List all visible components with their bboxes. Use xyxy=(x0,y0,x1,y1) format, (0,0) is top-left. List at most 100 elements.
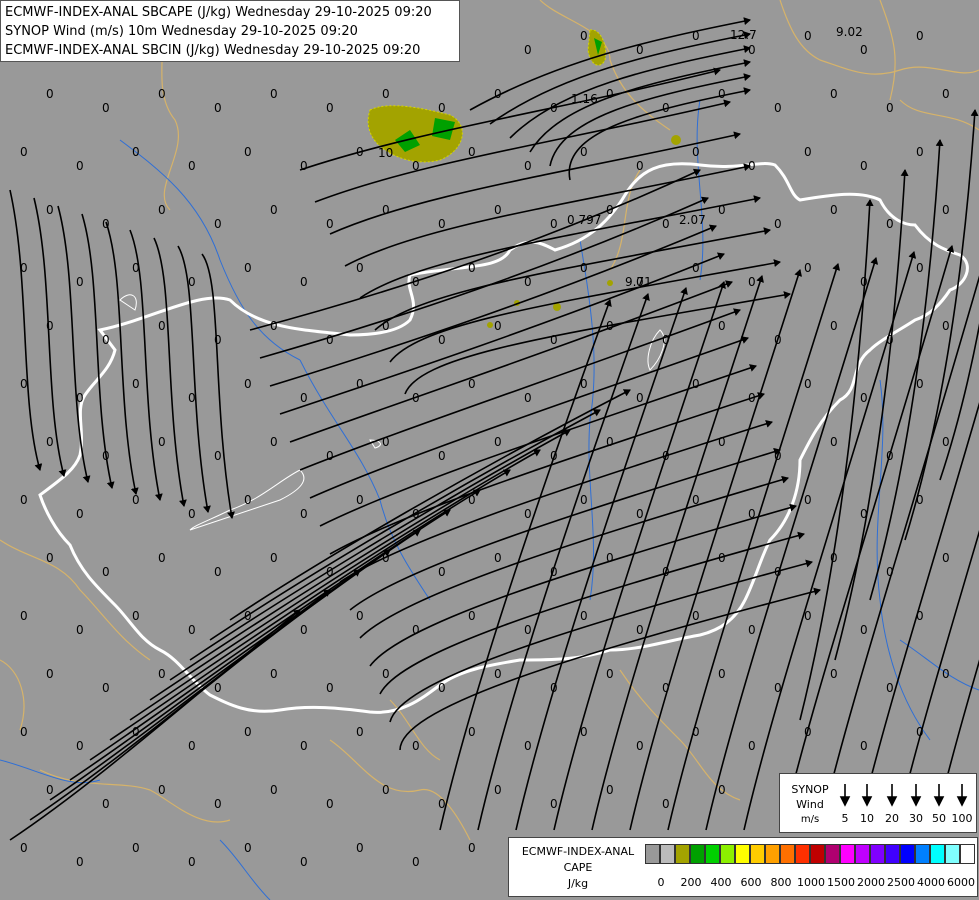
value-label-zero: 0 xyxy=(214,217,222,231)
value-label-zero: 0 xyxy=(942,87,950,101)
value-label-zero: 0 xyxy=(580,725,588,739)
value-label-zero: 0 xyxy=(916,609,924,623)
value-label-zero: 0 xyxy=(524,739,532,753)
value-label-zero: 0 xyxy=(438,101,446,115)
value-label-zero: 0 xyxy=(860,739,868,753)
value-label-zero: 0 xyxy=(916,493,924,507)
value-label-zero: 0 xyxy=(382,435,390,449)
value-label-zero: 0 xyxy=(244,261,252,275)
value-label-zero: 0 xyxy=(412,623,420,637)
value-label-zero: 0 xyxy=(438,217,446,231)
value-label-zero: 0 xyxy=(830,435,838,449)
value-label-zero: 0 xyxy=(356,725,364,739)
value-label-zero: 0 xyxy=(748,43,756,57)
value-label-10: 10 xyxy=(378,146,393,160)
value-label-zero: 0 xyxy=(46,87,54,101)
value-label-zero: 0 xyxy=(244,145,252,159)
value-label-zero: 0 xyxy=(76,739,84,753)
value-label-zero: 0 xyxy=(102,681,110,695)
cape-tick-label: 1000 xyxy=(797,876,825,889)
cape-tick-label: 0 xyxy=(657,876,665,889)
value-label-zero: 0 xyxy=(636,507,644,521)
value-label-zero: 0 xyxy=(102,797,110,811)
cape-swatch xyxy=(705,844,720,864)
value-label-zero: 0 xyxy=(46,667,54,681)
value-label-zero: 0 xyxy=(158,319,166,333)
value-label-zero: 0 xyxy=(580,377,588,391)
value-label-zero: 0 xyxy=(524,275,532,289)
cape-swatch xyxy=(930,844,945,864)
value-label-zero: 0 xyxy=(580,261,588,275)
cape-swatch xyxy=(675,844,690,864)
value-label-zero: 0 xyxy=(662,101,670,115)
value-label-zero: 0 xyxy=(886,101,894,115)
value-label-zero: 0 xyxy=(412,507,420,521)
value-label-zero: 0 xyxy=(860,391,868,405)
value-label-zero: 0 xyxy=(830,203,838,217)
value-label-zero: 0 xyxy=(382,319,390,333)
cape-swatch xyxy=(720,844,735,864)
value-label-zero: 0 xyxy=(718,203,726,217)
value-label-zero: 0 xyxy=(494,203,502,217)
value-label-zero: 0 xyxy=(158,203,166,217)
value-label-zero: 0 xyxy=(550,565,558,579)
value-label-zero: 0 xyxy=(132,377,140,391)
value-label-zero: 0 xyxy=(468,493,476,507)
value-label-zero: 0 xyxy=(412,739,420,753)
title-line-sbcin: ECMWF-INDEX-ANAL SBCIN (J/kg) Wednesday … xyxy=(5,43,421,58)
value-label-zero: 0 xyxy=(804,377,812,391)
value-label-zero: 0 xyxy=(158,87,166,101)
value-label-zero: 0 xyxy=(188,159,196,173)
value-label-zero: 0 xyxy=(158,435,166,449)
synop-legend-arrows: 5 10 20 30 50 100 xyxy=(839,784,973,825)
value-label-zero: 0 xyxy=(692,725,700,739)
value-label-zero: 0 xyxy=(20,377,28,391)
value-label-zero: 0 xyxy=(132,493,140,507)
value-label-zero: 0 xyxy=(20,261,28,275)
value-label-zero: 0 xyxy=(886,333,894,347)
cape-legend-title: ECMWF-INDEX-ANAL CAPE J/kg xyxy=(521,845,635,890)
value-label-zero: 0 xyxy=(692,145,700,159)
value-label-zero: 0 xyxy=(494,87,502,101)
value-label-zero: 0 xyxy=(214,449,222,463)
synop-value-30: 30 xyxy=(909,812,923,825)
value-label-zero: 0 xyxy=(550,217,558,231)
value-label-zero: 0 xyxy=(524,391,532,405)
value-label-zero: 0 xyxy=(580,145,588,159)
value-label-zero: 0 xyxy=(76,391,84,405)
value-label-zero: 0 xyxy=(412,391,420,405)
value-label-zero: 0 xyxy=(524,623,532,637)
value-label-zero: 0 xyxy=(158,667,166,681)
value-label-zero: 0 xyxy=(916,145,924,159)
value-label-zero: 0 xyxy=(830,319,838,333)
value-label-zero: 0 xyxy=(102,449,110,463)
value-label-1-16: 1.16 xyxy=(571,92,598,106)
value-label-zero: 0 xyxy=(300,507,308,521)
value-label-zero: 0 xyxy=(438,681,446,695)
cape-swatch xyxy=(765,844,780,864)
value-label-zero: 0 xyxy=(300,391,308,405)
value-label-zero: 0 xyxy=(748,275,756,289)
value-label-zero: 0 xyxy=(636,623,644,637)
synop-value-5: 5 xyxy=(842,812,849,825)
value-label-zero: 0 xyxy=(636,739,644,753)
value-label-zero: 0 xyxy=(300,623,308,637)
value-label-9-71: 9.71 xyxy=(625,275,652,289)
value-label-zero: 0 xyxy=(214,681,222,695)
value-label-zero: 0 xyxy=(606,87,614,101)
value-label-zero: 0 xyxy=(76,275,84,289)
value-label-zero: 0 xyxy=(468,841,476,855)
value-label-zero: 0 xyxy=(132,609,140,623)
cape-swatch xyxy=(915,844,930,864)
value-label-zero: 0 xyxy=(524,159,532,173)
cape-tick-label: 200 xyxy=(680,876,702,889)
value-label-zero: 0 xyxy=(188,507,196,521)
value-label-2-07: 2.07 xyxy=(679,213,706,227)
cape-color-scale xyxy=(645,844,975,866)
value-label-zero: 0 xyxy=(244,609,252,623)
value-label-zero: 0 xyxy=(804,609,812,623)
synop-value-100: 100 xyxy=(952,812,973,825)
value-label-zero: 0 xyxy=(494,783,502,797)
cape-swatch xyxy=(825,844,840,864)
synop-value-10: 10 xyxy=(860,812,874,825)
